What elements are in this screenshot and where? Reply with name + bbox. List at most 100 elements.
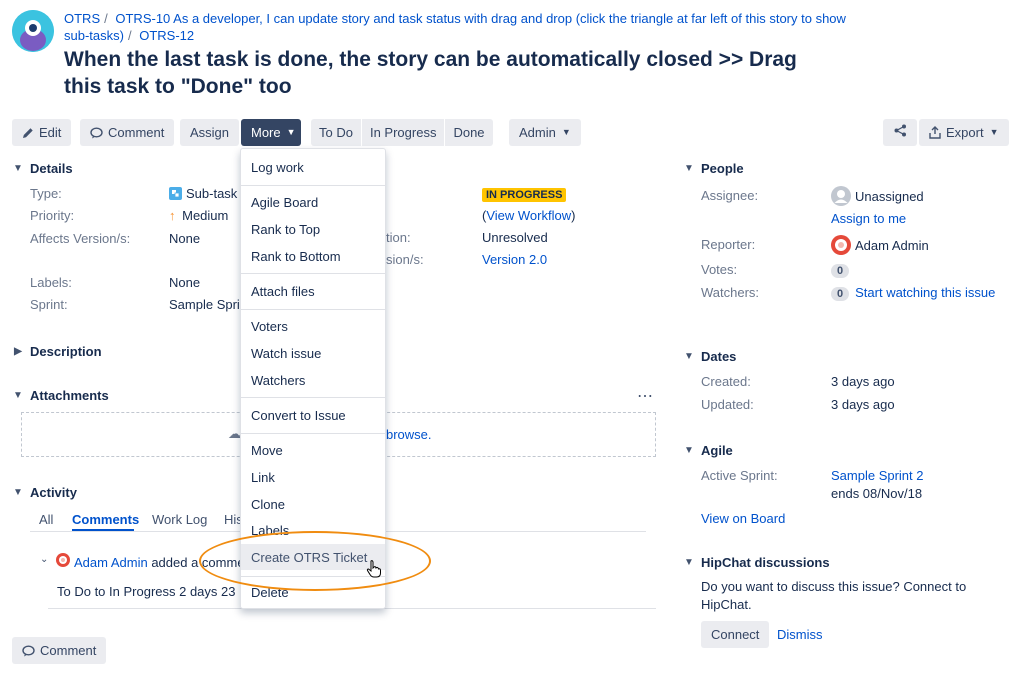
- resolution-value: Unresolved: [482, 230, 548, 245]
- active-sprint-label: Active Sprint:: [701, 468, 778, 483]
- tab-all[interactable]: All: [39, 512, 53, 527]
- project-avatar[interactable]: [12, 10, 54, 52]
- menu-item-watch-issue[interactable]: Watch issue: [251, 346, 321, 361]
- collapse-triangle-icon: ▼: [13, 163, 23, 174]
- edit-button[interactable]: Edit: [12, 119, 72, 146]
- more-button[interactable]: More ▼: [241, 119, 301, 146]
- labels-label: Labels:: [30, 275, 72, 290]
- collapse-triangle-icon: ▼: [684, 557, 694, 568]
- agile-heading[interactable]: ▼ Agile: [683, 443, 733, 458]
- comment-button[interactable]: Comment: [80, 119, 175, 146]
- status-badge: IN PROGRESS: [482, 186, 567, 202]
- page-title: When the last task is done, the story ca…: [64, 48, 797, 98]
- menu-item-watchers[interactable]: Watchers: [251, 373, 305, 388]
- done-button[interactable]: Done: [445, 119, 492, 146]
- admin-button[interactable]: Admin ▼: [509, 119, 581, 146]
- highlight-oval: [199, 531, 431, 591]
- attachments-heading[interactable]: ▼ Attachments: [12, 388, 109, 403]
- collapse-triangle-icon: ▼: [13, 487, 23, 498]
- votes-label: Votes:: [701, 262, 738, 277]
- comment-label: Comment: [108, 125, 165, 140]
- updated-label: Updated:: [701, 397, 754, 412]
- breadcrumb: OTRS / OTRS-10 As a developer, I can upda…: [64, 11, 846, 43]
- dates-heading[interactable]: ▼ Dates: [683, 349, 736, 364]
- affects-version-value: None: [169, 231, 201, 246]
- menu-divider: [241, 309, 385, 310]
- more-label: More: [251, 125, 281, 140]
- expand-triangle-icon: ▶: [14, 346, 22, 357]
- updated-value: 3 days ago: [831, 397, 895, 412]
- fix-version-link[interactable]: Version 2.0: [482, 252, 547, 267]
- activity-heading[interactable]: ▼ Activity: [12, 485, 77, 500]
- tab-work-log[interactable]: Work Log: [152, 512, 207, 527]
- sprint-label: Sprint:: [30, 297, 68, 312]
- reporter-avatar: [831, 235, 851, 255]
- created-value: 3 days ago: [831, 374, 895, 389]
- created-label: Created:: [701, 374, 751, 389]
- comment-icon: [90, 126, 103, 139]
- export-button[interactable]: Export ▼: [919, 119, 1009, 146]
- sprint-value[interactable]: Sample Sprint: [169, 297, 251, 312]
- more-options-icon[interactable]: ⋯: [637, 386, 654, 406]
- menu-divider: [241, 185, 385, 186]
- edit-label: Edit: [39, 125, 62, 140]
- reporter-label: Reporter:: [701, 237, 756, 252]
- menu-item-attach-files[interactable]: Attach files: [251, 284, 315, 299]
- start-watching-link[interactable]: Start watching this issue: [855, 285, 995, 300]
- breadcrumb-project[interactable]: OTRS: [64, 11, 100, 26]
- menu-item-rank-to-bottom[interactable]: Rank to Bottom: [251, 249, 341, 264]
- todo-button[interactable]: To Do: [311, 119, 362, 146]
- hipchat-prompt: Do you want to discuss this issue? Conne…: [701, 579, 967, 612]
- in-progress-button[interactable]: In Progress: [362, 119, 446, 146]
- priority-value: ↑ Medium: [169, 208, 229, 223]
- type-value: Sub-task: [169, 186, 237, 201]
- menu-item-rank-to-top[interactable]: Rank to Top: [251, 222, 320, 237]
- bottom-comment-button[interactable]: Comment: [12, 637, 107, 664]
- sprint-end-date: ends 08/Nov/18: [831, 486, 923, 501]
- menu-item-link[interactable]: Link: [251, 470, 275, 485]
- fix-version-value[interactable]: Version 2.0: [482, 252, 547, 267]
- type-label: Type:: [30, 186, 62, 201]
- browse-link[interactable]: browse.: [386, 427, 432, 442]
- menu-divider: [241, 397, 385, 398]
- menu-item-move[interactable]: Move: [251, 443, 283, 458]
- resolution-label: tion:: [386, 230, 411, 245]
- share-button[interactable]: [883, 119, 917, 146]
- details-heading[interactable]: ▼ Details: [12, 161, 73, 176]
- admin-label: Admin: [519, 125, 556, 140]
- priority-medium-icon: ↑: [169, 208, 176, 223]
- watchers-count[interactable]: 0: [831, 287, 850, 301]
- menu-divider: [241, 273, 385, 274]
- breadcrumb-issue-key[interactable]: OTRS-12: [139, 28, 194, 43]
- description-heading[interactable]: ▶ Description: [12, 344, 101, 359]
- menu-item-clone[interactable]: Clone: [251, 497, 285, 512]
- watchers-label: Watchers:: [701, 285, 760, 300]
- assignee-label: Assignee:: [701, 188, 759, 203]
- active-sprint-link[interactable]: Sample Sprint 2: [831, 468, 924, 483]
- comment-author-link[interactable]: Adam Admin: [74, 555, 148, 570]
- menu-item-log-work[interactable]: Log work: [251, 160, 304, 175]
- tab-comments[interactable]: Comments: [72, 512, 139, 527]
- connect-button[interactable]: Connect: [701, 621, 770, 648]
- workflow-transitions: To Do In Progress Done: [311, 119, 493, 146]
- view-on-board-link[interactable]: View on Board: [701, 511, 785, 526]
- menu-item-convert-to-issue[interactable]: Convert to Issue: [251, 408, 346, 423]
- view-workflow: (View Workflow): [482, 208, 576, 223]
- people-heading[interactable]: ▼ People: [683, 161, 744, 176]
- dismiss-link[interactable]: Dismiss: [777, 627, 823, 642]
- active-tab-indicator: [72, 529, 134, 531]
- hand-cursor-icon: [366, 560, 382, 581]
- menu-item-agile-board[interactable]: Agile Board: [251, 195, 318, 210]
- view-workflow-link[interactable]: View Workflow: [486, 208, 571, 223]
- collapse-comment-icon[interactable]: ⌄: [40, 554, 48, 565]
- assign-to-me-link[interactable]: Assign to me: [831, 211, 906, 226]
- assign-button[interactable]: Assign: [180, 119, 240, 146]
- votes-count[interactable]: 0: [831, 262, 855, 278]
- hipchat-heading[interactable]: ▼ HipChat discussions: [683, 555, 830, 570]
- affects-version-label: Affects Version/s:: [30, 231, 131, 246]
- reporter-value: Adam Admin: [831, 235, 929, 255]
- fix-version-label: sion/s:: [386, 252, 424, 267]
- pencil-icon: [22, 127, 34, 139]
- export-icon: [929, 126, 941, 139]
- menu-item-voters[interactable]: Voters: [251, 319, 288, 334]
